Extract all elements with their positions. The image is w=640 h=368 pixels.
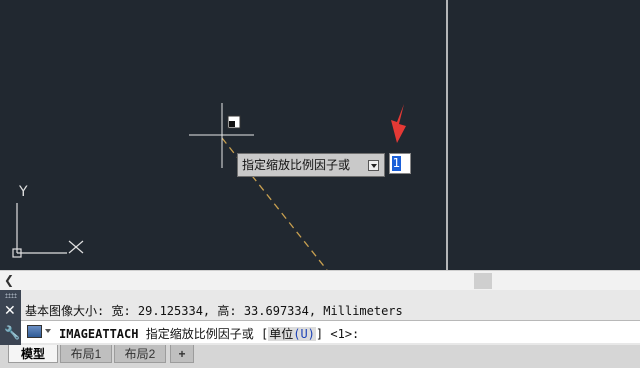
cursor-badge-icon [227,115,241,129]
wrench-icon[interactable]: 🔧 [4,325,20,341]
command-name: IMAGEATTACH [59,327,139,341]
image-icon[interactable] [27,325,42,338]
command-text: IMAGEATTACH 指定缩放比例因子或 [单位(U)] <1>: [59,325,359,342]
scale-factor-value[interactable]: 1 [392,156,401,171]
scrollbar-thumb[interactable] [474,273,492,289]
command-window-sidebar: ✕ 🔧 [0,290,21,345]
grip-handle[interactable] [5,293,17,298]
command-input-line[interactable]: IMAGEATTACH 指定缩放比例因子或 [单位(U)] <1>: [21,320,640,343]
default-value: <1>: [330,327,360,341]
command-line-window: ✕ 🔧 基本图像大小: 宽: 29.125334, 高: 33.697334, … [0,290,640,345]
layout-tabs: 模型 布局1 布局2 + [0,345,640,368]
add-layout-button[interactable]: + [170,345,194,363]
chevron-down-icon[interactable] [368,160,379,171]
dynamic-input-prompt: 指定缩放比例因子或 [237,153,385,177]
drawing-canvas[interactable]: Y 指定缩放比例因子或 1 [0,0,640,270]
dynamic-prompt-label: 指定缩放比例因子或 [242,158,351,172]
tab-layout1[interactable]: 布局1 [60,345,112,363]
ucs-icon [12,203,84,258]
option-label: 单位 [269,327,294,341]
scroll-left-icon[interactable]: ❮ [4,273,14,287]
command-option-units[interactable]: 单位(U) [268,327,316,341]
canvas-graphics [12,0,448,270]
bracket-close: ] [315,327,324,341]
annotation-arrow-icon [391,104,406,143]
recent-commands-dropdown-icon[interactable] [45,329,51,333]
option-key: (U) [293,327,315,341]
ucs-y-label: Y [19,184,28,200]
close-icon[interactable]: ✕ [4,302,16,319]
command-prompt: 指定缩放比例因子或 [145,327,254,341]
tab-layout2[interactable]: 布局2 [114,345,166,363]
horizontal-scrollbar[interactable]: ❮ [0,270,640,290]
tab-model[interactable]: 模型 [8,345,58,363]
scale-factor-input[interactable]: 1 [389,153,411,174]
command-history-line: 基本图像大小: 宽: 29.125334, 高: 33.697334, Mill… [25,304,403,318]
